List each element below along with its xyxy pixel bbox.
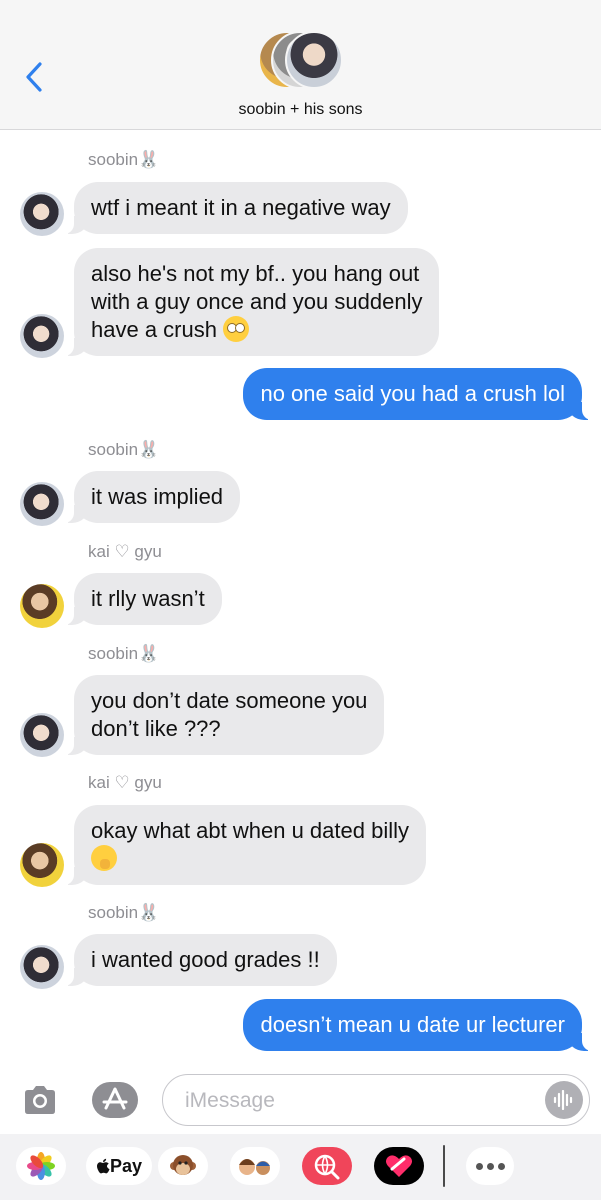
outgoing-message-bubble[interactable]: doesn’t mean u date ur lecturer [243, 999, 592, 1051]
outgoing-message-bubble[interactable]: no one said you had a crush lol [243, 368, 592, 420]
message-text: it rlly wasn’t [91, 586, 205, 611]
member-avatar [285, 31, 343, 89]
back-chevron-icon[interactable] [22, 60, 48, 94]
audio-message-icon[interactable] [545, 1081, 583, 1119]
group-name[interactable]: soobin + his sons [0, 101, 601, 119]
sender-name: soobin🐰 [88, 903, 160, 922]
imessage-input[interactable] [185, 1087, 525, 1115]
message-text: wtf i meant it in a negative way [91, 195, 391, 220]
shushing-face-emoji-icon [91, 845, 117, 871]
eye-roll-emoji-icon [223, 316, 250, 342]
sender-avatar[interactable] [20, 192, 64, 236]
message-input-field[interactable] [162, 1074, 590, 1126]
fitness-heart-app[interactable] [374, 1147, 424, 1185]
message-text: also he's not my bf.. you hang out with … [91, 261, 423, 342]
sender-name: soobin🐰 [88, 440, 160, 459]
compose-bar [0, 1068, 601, 1134]
group-avatar-stack[interactable] [258, 31, 348, 91]
sender-avatar[interactable] [20, 482, 64, 526]
app-drawer: Pay [0, 1134, 601, 1200]
message-text: you don’t date someone you don’t like ??… [91, 688, 368, 741]
memoji-app[interactable] [230, 1147, 280, 1185]
animoji-monkey-app[interactable] [158, 1147, 208, 1185]
sender-avatar[interactable] [20, 713, 64, 757]
apple-pay-label: Pay [109, 1155, 143, 1176]
drawer-divider [443, 1145, 445, 1187]
incoming-message-bubble[interactable]: you don’t date someone you don’t like ??… [63, 675, 385, 755]
message-text: it was implied [91, 484, 224, 509]
incoming-message-bubble[interactable]: it rlly wasn’t [64, 573, 222, 625]
sender-avatar[interactable] [20, 584, 64, 628]
sender-name: soobin🐰 [88, 644, 160, 663]
sender-avatar[interactable] [20, 843, 64, 887]
message-text: okay what abt when u dated billy [91, 818, 409, 843]
apple-logo-icon [96, 1158, 110, 1174]
message-text: i wanted good grades !! [91, 947, 320, 972]
sender-avatar[interactable] [20, 314, 64, 358]
incoming-message-bubble[interactable]: it was implied [63, 471, 241, 523]
sender-avatar[interactable] [20, 945, 64, 989]
incoming-message-bubble[interactable]: okay what abt when u dated billy [64, 805, 426, 885]
app-store-icon[interactable] [92, 1082, 138, 1118]
sender-name: kai ♡ gyu [88, 773, 162, 792]
conversation-header: soobin + his sons [0, 0, 601, 130]
incoming-message-bubble[interactable]: wtf i meant it in a negative way [64, 182, 408, 234]
incoming-message-bubble[interactable]: also he's not my bf.. you hang out with … [63, 248, 440, 356]
apple-pay-app[interactable]: Pay [86, 1147, 152, 1185]
message-text: no one said you had a crush lol [260, 381, 565, 406]
incoming-message-bubble[interactable]: i wanted good grades !! [64, 934, 337, 986]
photos-app-icon[interactable] [16, 1147, 66, 1185]
message-text: doesn’t mean u date ur lecturer [260, 1012, 565, 1037]
sender-name: kai ♡ gyu [88, 542, 162, 561]
more-apps-icon[interactable] [466, 1147, 514, 1185]
camera-icon[interactable] [22, 1084, 58, 1116]
web-search-app[interactable] [302, 1147, 352, 1185]
sender-name: soobin🐰 [88, 150, 160, 169]
